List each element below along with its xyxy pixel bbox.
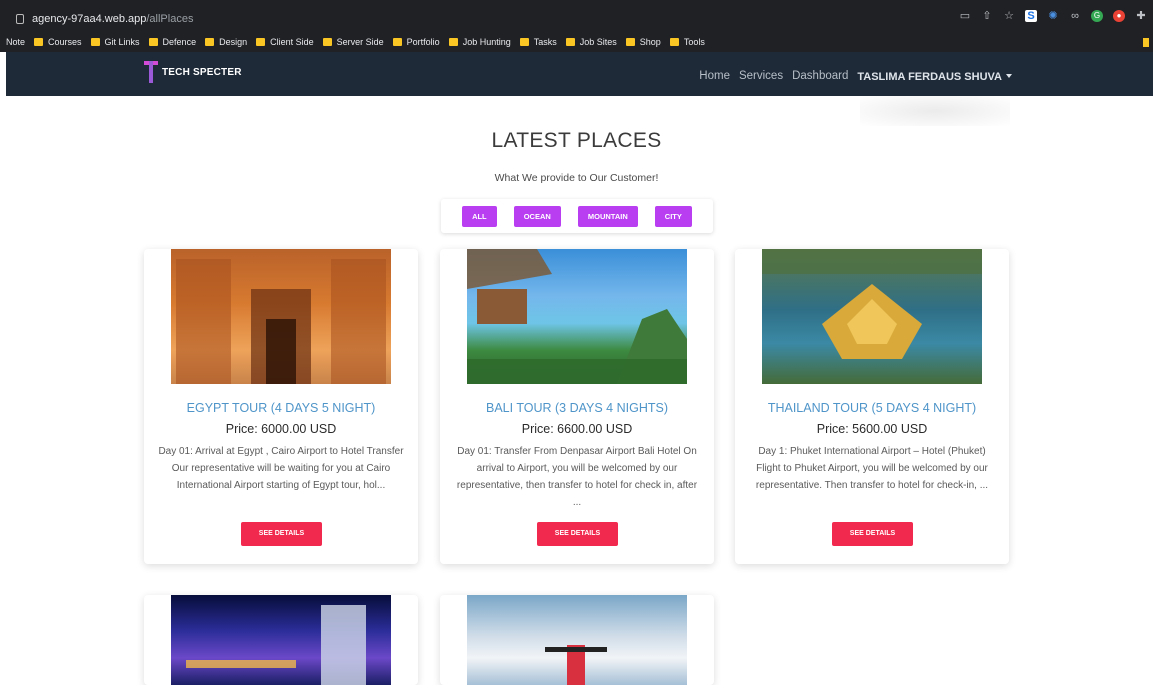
bookmark-shop[interactable]: Shop [625, 37, 661, 47]
filter-mountain-button[interactable]: MOUNTAIN [577, 205, 638, 227]
folder-icon [148, 38, 158, 46]
url-path: /allPlaces [146, 13, 194, 25]
see-details-button[interactable]: SEE DETAILS [832, 522, 913, 546]
lock-icon [16, 14, 24, 24]
folder-icon [205, 38, 215, 46]
extensions-puzzle-icon[interactable]: ✚ [1135, 10, 1147, 22]
bookmark-label: Tools [683, 37, 705, 47]
tab-icon[interactable]: ▭ [959, 10, 971, 22]
see-details-button[interactable]: SEE DETAILS [537, 522, 618, 546]
filter-city-button[interactable]: CITY [654, 205, 692, 227]
folder-icon [392, 38, 402, 46]
bookmark-label: Note [6, 37, 26, 47]
bookmark-courses[interactable]: Courses [34, 37, 82, 47]
bookmark-label: Git Links [104, 37, 140, 47]
folder-icon [322, 38, 332, 46]
star-icon[interactable]: ☆ [1003, 10, 1015, 22]
caret-down-icon [1006, 73, 1012, 78]
bookmark-job-hunting[interactable]: Job Hunting [448, 37, 511, 47]
folder-icon [34, 38, 44, 46]
bookmark-portfolio[interactable]: Portfolio [392, 37, 440, 47]
section-title: LATEST PLACES [491, 129, 662, 152]
extension-s-icon[interactable]: S [1025, 10, 1037, 22]
bookmark-label: Job Sites [579, 37, 617, 47]
user-name: TASLIMA FERDAUS SHUVA [857, 71, 1002, 83]
bookmark-label: Job Hunting [462, 37, 511, 47]
card-title: BALI TOUR (3 DAYS 4 NIGHTS) [486, 401, 668, 415]
place-image [762, 249, 982, 384]
nav-home-link[interactable]: Home [699, 70, 730, 82]
user-menu[interactable]: TASLIMA FERDAUS SHUVA [857, 67, 1012, 85]
extension-gray-icon[interactable]: ∞ [1069, 10, 1081, 22]
filter-all-button[interactable]: ALL [462, 205, 497, 227]
folder-icon [669, 38, 679, 46]
place-card-bali: BALI TOUR (3 DAYS 4 NIGHTS) Price: 6600.… [440, 249, 714, 564]
see-details-button[interactable]: SEE DETAILS [241, 522, 322, 546]
folder-icon [565, 38, 575, 46]
site-navbar: TECH SPECTER Home Services Dashboard TAS… [6, 52, 1153, 96]
place-image [171, 595, 391, 685]
section-subtitle: What We provide to Our Customer! [494, 172, 659, 184]
card-description: Day 01: Arrival at Egypt , Cairo Airport… [158, 446, 404, 491]
folder-icon [256, 38, 266, 46]
nav-services-link[interactable]: Services [739, 70, 783, 82]
dropdown-shadow [860, 96, 1010, 126]
bookmark-label: Client Side [270, 37, 314, 47]
place-image [467, 249, 687, 384]
card-price: Price: 6600.00 USD [521, 422, 633, 436]
place-card-singapore [144, 595, 418, 685]
place-image [171, 249, 391, 384]
nav-dashboard-link[interactable]: Dashboard [792, 70, 848, 82]
browser-toolbar-icons: ▭ ⇧ ☆ S ✺ ∞ G ● ✚ [959, 10, 1147, 22]
bookmark-label: Portfolio [406, 37, 440, 47]
bookmark-label: Shop [639, 37, 661, 47]
bookmark-tasks[interactable]: Tasks [519, 37, 557, 47]
bookmark-client-side[interactable]: Client Side [256, 37, 314, 47]
extension-red-icon[interactable]: ● [1113, 10, 1125, 22]
bookmark-defence[interactable]: Defence [148, 37, 197, 47]
place-card-egypt: EGYPT TOUR (4 DAYS 5 NIGHT) Price: 6000.… [144, 249, 418, 564]
bookmark-job-sites[interactable]: Job Sites [565, 37, 617, 47]
card-title: THAILAND TOUR (5 DAYS 4 NIGHT) [767, 401, 977, 415]
folder-icon [625, 38, 635, 46]
folder-icon [90, 38, 100, 46]
browser-chrome: agency-97aa4.web.app /allPlaces ▭ ⇧ ☆ S … [0, 0, 1153, 52]
share-icon[interactable]: ⇧ [981, 10, 993, 22]
card-price: Price: 6000.00 USD [225, 422, 337, 436]
bookmark-note[interactable]: Note [6, 37, 25, 47]
bookmark-server-side[interactable]: Server Side [322, 37, 384, 47]
folder-icon [448, 38, 458, 46]
bookmark-label: Courses [48, 37, 82, 47]
card-price: Price: 5600.00 USD [816, 422, 928, 436]
card-description: Day 1: Phuket International Airport – Ho… [755, 446, 989, 491]
bookmark-label: Defence [162, 37, 197, 47]
extension-react-icon[interactable]: ✺ [1047, 10, 1059, 22]
filter-bar: ALL OCEAN MOUNTAIN CITY [441, 199, 713, 233]
place-card-thailand: THAILAND TOUR (5 DAYS 4 NIGHT) Price: 56… [735, 249, 1009, 564]
other-bookmarks-folder-icon[interactable] [1143, 38, 1149, 47]
brand-logo[interactable]: TECH SPECTER [144, 61, 242, 83]
extension-grammarly-icon[interactable]: G [1091, 10, 1103, 22]
bookmarks-bar: Note Courses Git Links Defence Design Cl… [0, 32, 1153, 52]
place-card-mountain [440, 595, 714, 685]
card-title: EGYPT TOUR (4 DAYS 5 NIGHT) [186, 401, 376, 415]
nav-links: Home Services Dashboard TASLIMA FERDAUS … [699, 67, 1012, 85]
brand-name: TECH SPECTER [162, 66, 242, 78]
place-image [467, 595, 687, 685]
bookmark-tools[interactable]: Tools [669, 37, 705, 47]
url-host: agency-97aa4.web.app [32, 13, 147, 25]
bookmark-git-links[interactable]: Git Links [90, 37, 140, 47]
card-description: Day 01: Transfer From Denpasar Airport B… [456, 446, 698, 508]
bookmark-label: Design [219, 37, 248, 47]
bookmark-label: Server Side [336, 37, 384, 47]
bookmark-label: Tasks [533, 37, 557, 47]
bookmark-design[interactable]: Design [205, 37, 247, 47]
filter-ocean-button[interactable]: OCEAN [513, 205, 561, 227]
logo-t-icon [144, 61, 158, 83]
folder-icon [519, 38, 529, 46]
